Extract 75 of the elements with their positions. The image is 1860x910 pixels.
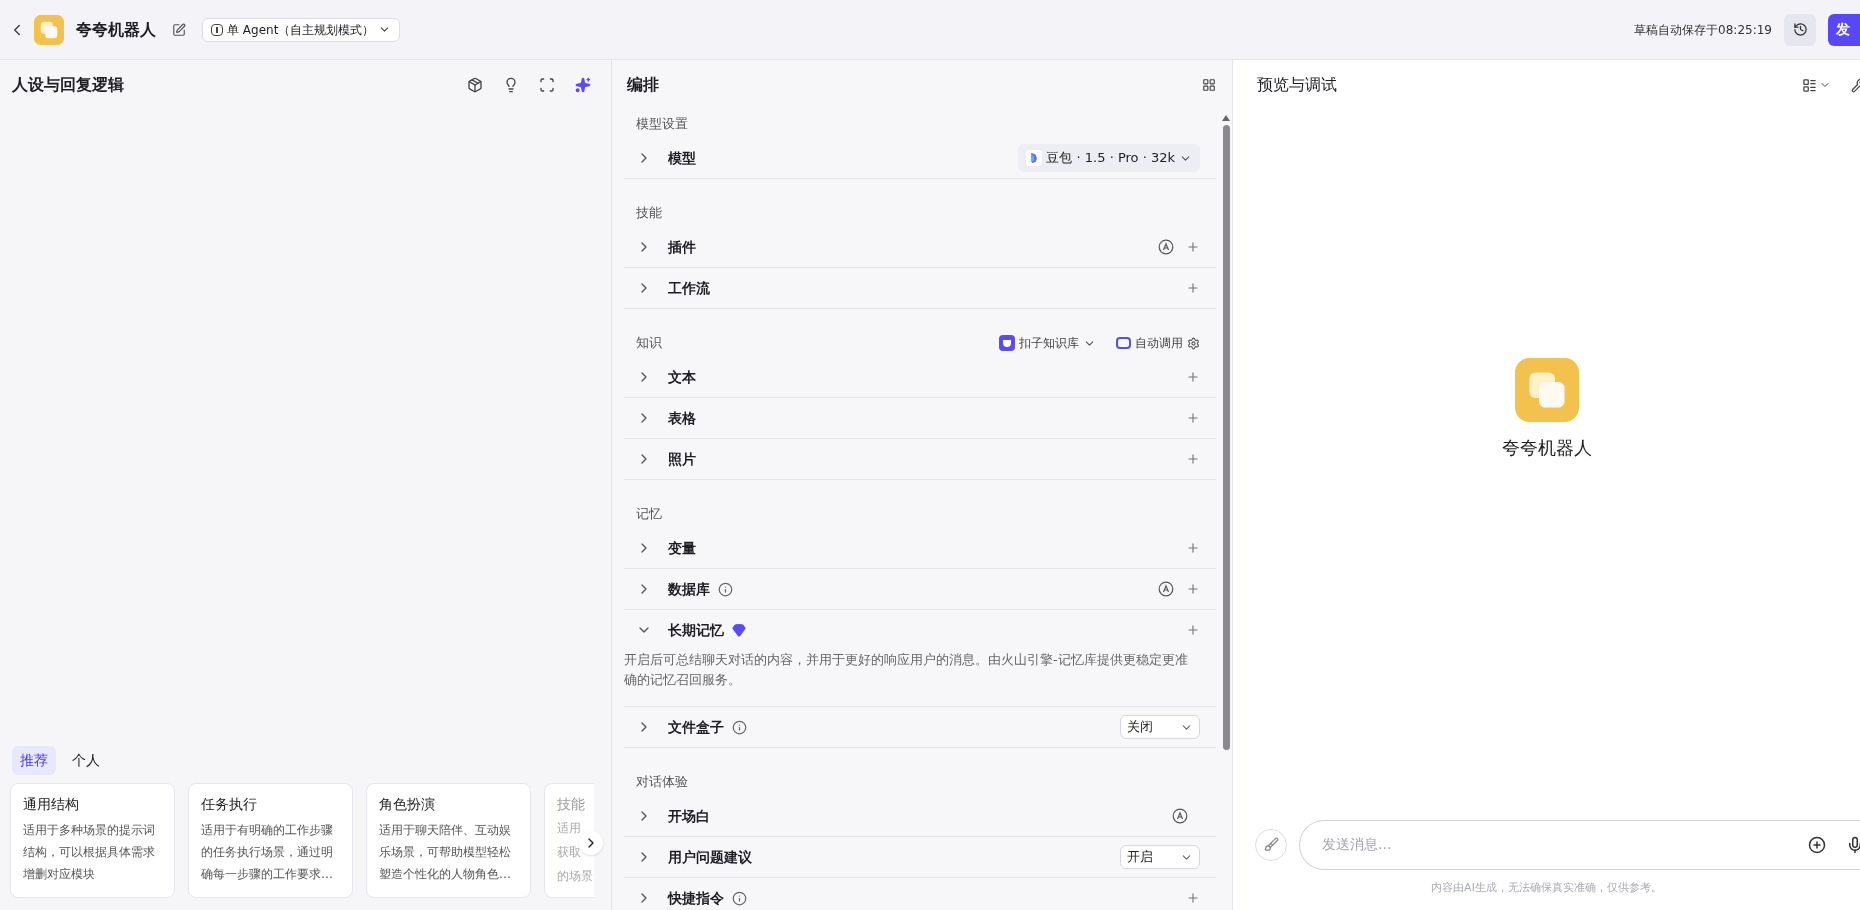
- row-label: 长期记忆: [668, 620, 724, 640]
- publish-button[interactable]: 发: [1828, 13, 1860, 46]
- section-title: 技能: [636, 204, 662, 223]
- settings-icon: [1187, 336, 1200, 350]
- row-label: 照片: [668, 449, 696, 469]
- row-label: 变量: [668, 538, 696, 558]
- section-title: 记忆: [636, 505, 662, 524]
- toggle-select[interactable]: 关闭: [1120, 715, 1200, 739]
- template-title: 技能: [557, 795, 586, 814]
- row-label: 插件: [668, 237, 696, 257]
- sparkle-icon[interactable]: [575, 77, 591, 93]
- robot-icon: [1116, 337, 1131, 349]
- bot-title: 夸夸机器人: [76, 18, 156, 41]
- template-description: 适用于多种场景的提示词结构，可以根据具体需求增删对应模块: [23, 822, 156, 883]
- panel-title: 预览与调试: [1257, 74, 1337, 96]
- package-icon[interactable]: [467, 77, 483, 93]
- template-description: 适用于有明确的工作步骤的任务执行场景，通过明确每一步骤的工作要求…: [201, 822, 334, 883]
- template-card[interactable]: 任务执行 适用于有明确的工作步骤的任务执行场景，通过明确每一步骤的工作要求…: [188, 783, 353, 898]
- model-logo-icon: [1026, 150, 1043, 166]
- history-icon: [1792, 22, 1808, 37]
- info-icon[interactable]: [732, 719, 747, 735]
- knowledge-source-dropdown[interactable]: 扣子知识库: [999, 334, 1096, 352]
- panel-title: 人设与回复逻辑: [12, 74, 124, 96]
- template-description: 获取: [557, 845, 581, 859]
- template-description: 适用于聊天陪伴、互动娱乐场景，可帮助模型轻松塑造个性化的人物角色…: [379, 822, 512, 883]
- frame-icon[interactable]: [539, 77, 555, 93]
- model-selector[interactable]: 豆包 · 1.5 · Pro · 32k: [1018, 144, 1200, 172]
- row-label: 开场白: [668, 806, 710, 826]
- layout-icon[interactable]: [1802, 77, 1817, 93]
- mode-dropdown[interactable]: 单 Agent（自主规划模式）: [202, 17, 401, 42]
- panel-title: 编排: [627, 74, 659, 96]
- message-input[interactable]: 发送消息...: [1322, 834, 1808, 855]
- agent-icon: [211, 23, 223, 36]
- bot-avatar-icon: [1514, 358, 1579, 423]
- auto-icon[interactable]: [1158, 581, 1174, 597]
- template-title: 通用结构: [23, 795, 80, 814]
- template-description: 适用: [557, 821, 581, 835]
- info-icon[interactable]: [732, 890, 747, 906]
- history-button[interactable]: [1784, 13, 1816, 46]
- memory-description: 开启后可总结聊天对话的内容，并用于更好的响应用户的消息。由火山引擎-记忆库提供更稳定更准确的记忆召回服务。: [624, 651, 1189, 689]
- disclaimer: 内容由AI生成，无法确保真实准确，仅供参考。: [1431, 879, 1662, 896]
- template-title: 角色扮演: [379, 795, 436, 814]
- template-tab[interactable]: 个人: [64, 746, 108, 775]
- auto-icon[interactable]: [1158, 239, 1174, 255]
- row-label: 快捷指令: [668, 888, 724, 908]
- row-label: 模型: [668, 148, 696, 168]
- row-label: 文件盒子: [668, 717, 724, 737]
- autosave-status: 草稿自动保存于08:25:19: [1634, 21, 1772, 39]
- template-description: 的场景: [557, 869, 593, 883]
- template-title: 任务执行: [201, 795, 258, 814]
- lightbulb-icon[interactable]: [503, 77, 519, 93]
- row-label: 工作流: [668, 278, 710, 298]
- row-label: 数据库: [668, 579, 710, 599]
- template-tab[interactable]: 推荐: [12, 746, 56, 775]
- row-label: 表格: [668, 408, 696, 428]
- template-card[interactable]: 角色扮演 适用于聊天陪伴、互动娱乐场景，可帮助模型轻松塑造个性化的人物角色…: [366, 783, 531, 898]
- section-title: 对话体验: [636, 773, 688, 792]
- toggle-select[interactable]: 开启: [1120, 845, 1200, 869]
- next-button[interactable]: [579, 831, 603, 855]
- bot-name: 夸夸机器人: [1501, 436, 1592, 461]
- info-icon[interactable]: [718, 581, 733, 597]
- add-icon[interactable]: [1808, 835, 1826, 854]
- microphone-icon[interactable]: [1846, 835, 1860, 854]
- bot-avatar-icon: [34, 14, 64, 45]
- edit-icon[interactable]: [172, 22, 186, 37]
- auto-call-setting[interactable]: 自动调用: [1116, 334, 1200, 352]
- template-card[interactable]: 通用结构 适用于多种场景的提示词结构，可以根据具体需求增删对应模块: [10, 783, 175, 898]
- grid-icon[interactable]: [1202, 78, 1216, 92]
- row-label: 用户问题建议: [668, 847, 752, 867]
- auto-icon[interactable]: [1172, 808, 1188, 824]
- section-title: 模型设置: [636, 115, 688, 134]
- knowledge-logo-icon: [999, 335, 1015, 351]
- brush-icon: [1263, 837, 1279, 852]
- row-label: 文本: [668, 367, 696, 387]
- section-title: 知识: [636, 334, 662, 353]
